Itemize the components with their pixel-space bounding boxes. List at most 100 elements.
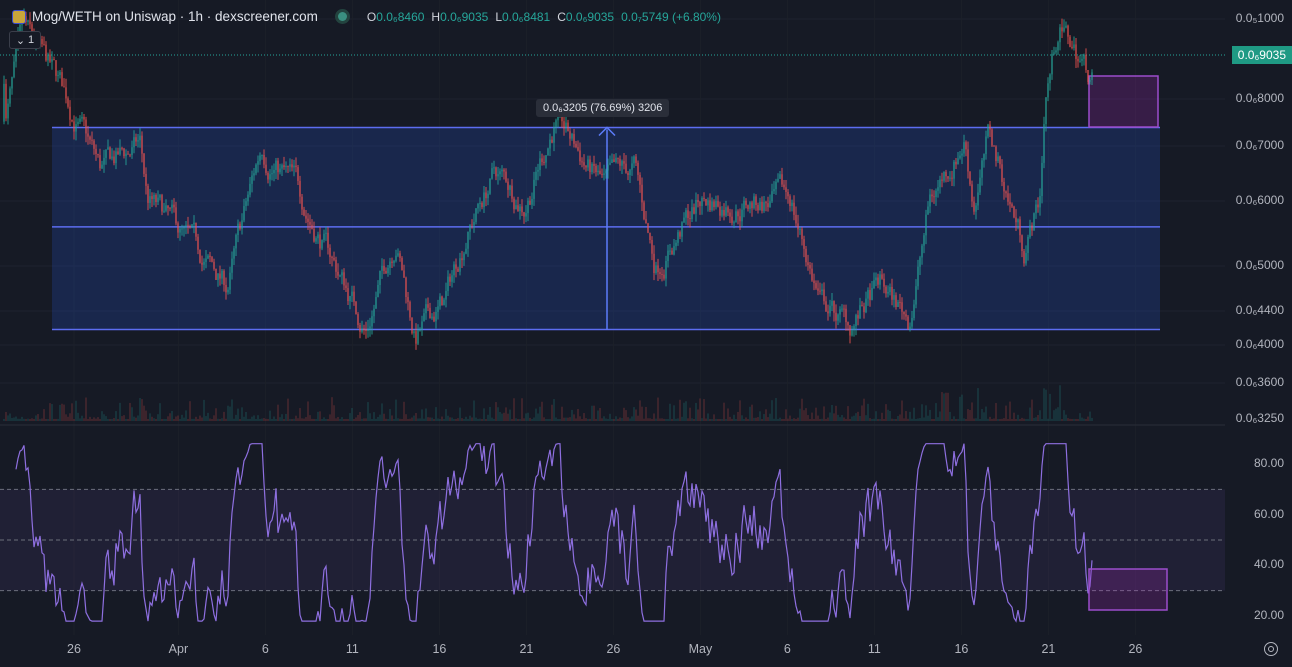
volume-bar [181, 414, 183, 421]
candle [647, 223, 649, 233]
volume-bar [53, 418, 55, 421]
candle [555, 120, 557, 127]
candle [823, 289, 825, 302]
settings-gear-icon[interactable] [1264, 642, 1278, 656]
candle [479, 202, 481, 205]
candle [1089, 79, 1091, 82]
volume-bar [517, 418, 519, 421]
candle [695, 199, 697, 214]
candle [741, 209, 743, 222]
volume-bar [171, 410, 173, 421]
volume-bar [35, 415, 37, 421]
candle [525, 213, 527, 217]
candle [307, 218, 309, 222]
candle [1041, 162, 1043, 197]
candle [967, 149, 969, 172]
candle [627, 172, 629, 175]
candle [991, 129, 993, 146]
volume-bar [63, 404, 65, 421]
volume-bar [295, 415, 297, 421]
price-axis-label: 0.0₆3250 [1235, 411, 1284, 425]
candle [445, 291, 447, 300]
candle [655, 265, 657, 274]
volume-bar [521, 398, 523, 421]
candle [761, 201, 763, 211]
candle [813, 280, 815, 284]
volume-bar [637, 415, 639, 421]
candle [41, 38, 43, 45]
volume-bar [531, 419, 533, 421]
candle [1011, 204, 1013, 207]
volume-bar [587, 418, 589, 421]
candle [463, 253, 465, 261]
candle [447, 276, 449, 292]
volume-bar [883, 418, 885, 421]
candle [131, 147, 133, 155]
candle [509, 185, 511, 190]
candle [1029, 225, 1031, 237]
volume-bar [769, 413, 771, 421]
volume-bar [625, 410, 627, 421]
volume-bar [605, 418, 607, 421]
candle [891, 286, 893, 300]
volume-bar [27, 418, 29, 421]
volume-bar [253, 415, 255, 421]
volume-bar [387, 419, 389, 421]
volume-bar [953, 416, 955, 421]
candle [527, 200, 529, 214]
volume-bar [525, 413, 527, 421]
candle [165, 205, 167, 211]
candle [305, 215, 307, 219]
volume-bar [791, 418, 793, 421]
volume-bar [149, 413, 151, 421]
volume-bar [515, 418, 517, 421]
candle [167, 205, 169, 209]
candle [227, 289, 229, 293]
volume-bar [207, 412, 209, 421]
volume-bar [443, 418, 445, 421]
volume-bar [23, 418, 25, 421]
low-value: 0.0₆8481 [502, 9, 551, 24]
volume-bar [839, 417, 841, 421]
candle [717, 201, 719, 207]
candle [795, 214, 797, 224]
volume-bar [703, 399, 705, 421]
candle [359, 324, 361, 332]
volume-bar [289, 418, 291, 421]
candle [685, 210, 687, 218]
candle [759, 201, 761, 211]
volume-bar [709, 418, 711, 421]
volume-bar [859, 416, 861, 421]
volume-bar [361, 418, 363, 421]
candle [259, 155, 261, 162]
volume-bar [761, 419, 763, 421]
candle [985, 136, 987, 155]
indicator-toggle-button[interactable]: ⌄ 1 [9, 31, 41, 49]
volume-bar [617, 418, 619, 421]
volume-bar [757, 417, 759, 421]
volume-bar [313, 418, 315, 421]
candle [1077, 58, 1079, 62]
candle [1003, 181, 1005, 192]
volume-bar [1015, 418, 1017, 421]
volume-bar [765, 409, 767, 421]
volume-bar [267, 418, 269, 421]
volume-bar [223, 411, 225, 421]
volume-bar [785, 409, 787, 421]
candle [241, 220, 243, 229]
candle [603, 173, 605, 175]
volume-bar [707, 413, 709, 421]
volume-bar [191, 418, 193, 421]
candle [7, 103, 9, 119]
volume-bar [699, 398, 701, 421]
volume-bar [213, 415, 215, 421]
volume-bar [653, 413, 655, 421]
volume-bar [867, 403, 869, 421]
candle [839, 309, 841, 315]
volume-bar [157, 414, 159, 421]
candle [707, 200, 709, 206]
candle [807, 262, 809, 266]
candle [853, 326, 855, 331]
candle [829, 305, 831, 314]
volume-bar [989, 416, 991, 421]
